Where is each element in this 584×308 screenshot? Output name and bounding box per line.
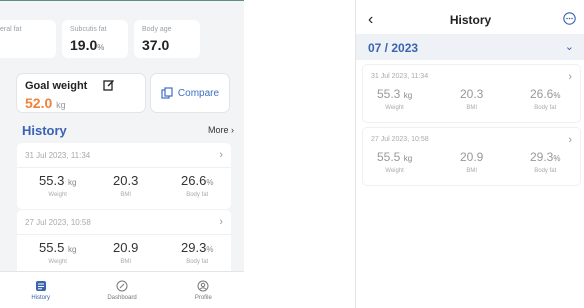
chevron-right-icon: ›	[219, 149, 223, 161]
stat-label: Subcutis fat	[70, 26, 107, 33]
history-record[interactable]: 31 Jul 2023, 11:34 › 55.3 kg Weight 20.3…	[17, 143, 231, 209]
tab-profile[interactable]: Profile	[163, 272, 244, 308]
more-options-icon[interactable]	[563, 12, 576, 25]
metric-bmi: 20.9 BMI	[113, 240, 139, 265]
nav-header: ‹ History	[356, 0, 584, 34]
stat-label: eral fat	[0, 26, 22, 33]
metric-weight: 55.3 kg Weight	[39, 173, 77, 198]
metric-bmi: 20.3 BMI	[460, 87, 484, 111]
divider	[17, 167, 231, 168]
page-title: History	[449, 13, 492, 27]
metric-body-fat: 26.6% Body fat	[530, 87, 561, 111]
goal-weight-card[interactable]: Goal weight 52.0 kg	[17, 74, 145, 112]
goal-weight-value: 52.0 kg	[25, 95, 66, 111]
metric-body-fat: 29.3% Body fat	[181, 240, 214, 265]
month-group-header[interactable]: 07 / 2023 ⌄	[356, 34, 584, 60]
divider	[17, 234, 231, 235]
stat-card-body-age[interactable]: Body age 37.0	[134, 20, 200, 58]
history-record[interactable]: 31 Jul 2023, 11:34 › 55.3 kg Weight 20.3…	[362, 64, 581, 123]
tab-dashboard[interactable]: Dashboard	[81, 272, 162, 308]
metric-body-fat: 29.3% Body fat	[530, 150, 561, 174]
dashboard-icon	[116, 280, 128, 291]
compare-label: Compare	[177, 87, 220, 99]
stat-value: 37.0	[142, 37, 170, 53]
goal-weight-title: Goal weight	[25, 80, 88, 92]
metric-bmi: 20.9 BMI	[460, 150, 484, 174]
metric-weight: 55.5 kg Weight	[377, 150, 413, 174]
more-link[interactable]: More ›	[208, 125, 234, 135]
record-date: 27 Jul 2023, 10:58	[25, 218, 91, 227]
profile-icon	[197, 280, 209, 291]
bottom-tab-bar: History Dashboard Profile	[0, 271, 244, 308]
history-record[interactable]: 27 Jul 2023, 10:58 › 55.5 kg Weight 20.9…	[362, 127, 581, 186]
history-icon	[35, 280, 46, 291]
record-date: 31 Jul 2023, 11:34	[25, 151, 91, 160]
history-record[interactable]: 27 Jul 2023, 10:58 › 55.5 kg Weight 20.9…	[17, 210, 231, 276]
stat-value: 19.0%	[70, 37, 105, 53]
record-date: 31 Jul 2023, 11:34	[371, 73, 429, 80]
metric-weight: 55.5 kg Weight	[39, 240, 77, 265]
chevron-right-icon: ›	[568, 71, 572, 83]
chevron-right-icon: ›	[231, 125, 234, 135]
stats-row: eral fat Subcutis fat 19.0% Body age 37.…	[0, 20, 244, 58]
history-section-title: History	[22, 123, 67, 138]
stat-label: Body age	[142, 26, 172, 33]
metric-body-fat: 26.6% Body fat	[181, 173, 214, 198]
record-date: 27 Jul 2023, 10:58	[371, 136, 429, 143]
month-label: 07 / 2023	[368, 41, 419, 55]
metric-bmi: 20.3 BMI	[113, 173, 139, 198]
tab-history[interactable]: History	[0, 272, 81, 308]
compare-button[interactable]: Compare	[151, 74, 229, 112]
top-divider	[0, 0, 244, 1]
compare-icon	[161, 87, 173, 99]
stat-card-visceral-fat[interactable]: eral fat	[0, 20, 56, 58]
chevron-right-icon: ›	[568, 134, 572, 146]
chevron-down-icon[interactable]: ⌄	[565, 40, 574, 53]
edit-icon[interactable]	[103, 79, 115, 91]
stat-card-subcutis-fat[interactable]: Subcutis fat 19.0%	[62, 20, 128, 58]
dashboard-screen: eral fat Subcutis fat 19.0% Body age 37.…	[0, 0, 244, 308]
history-screen: ‹ History 07 / 2023 ⌄ 31 Jul 2023, 11:34…	[355, 0, 584, 308]
metric-weight: 55.3 kg Weight	[377, 87, 413, 111]
chevron-right-icon: ›	[219, 216, 223, 228]
